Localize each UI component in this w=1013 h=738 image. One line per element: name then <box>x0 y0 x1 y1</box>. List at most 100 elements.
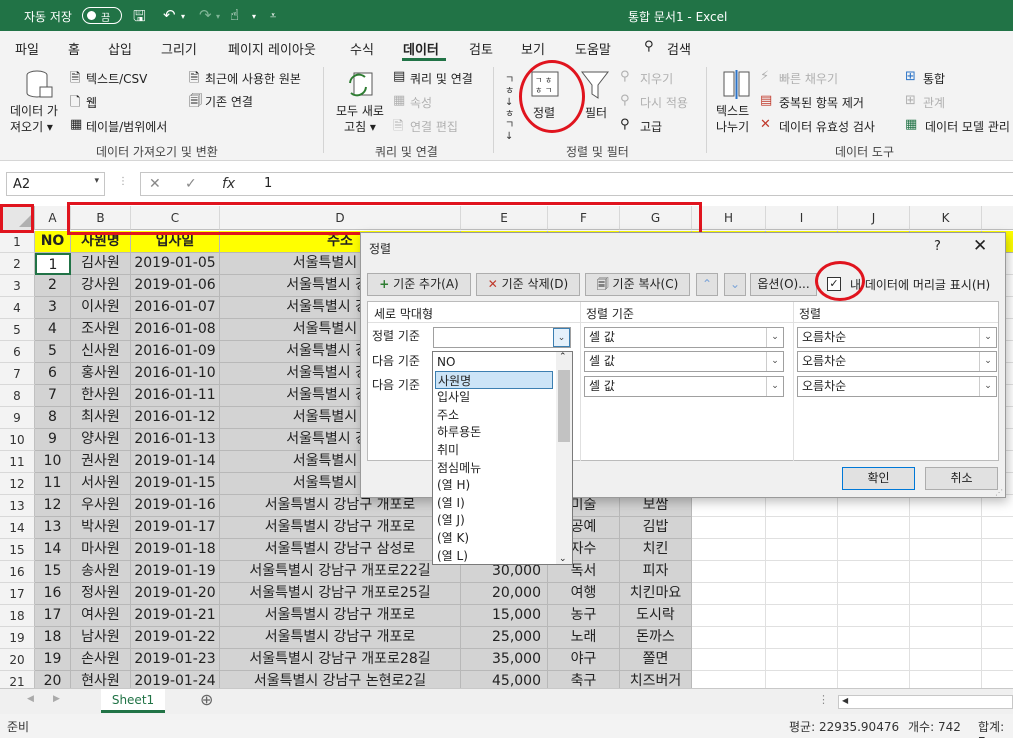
empty-cell[interactable] <box>692 561 766 583</box>
row-header[interactable]: 7 <box>0 363 35 385</box>
ok-button[interactable]: 확인 <box>842 467 915 490</box>
chevron-down-icon[interactable]: ⌄ <box>766 377 783 396</box>
dropdown-option[interactable]: 점심메뉴 <box>435 459 553 477</box>
table-cell[interactable]: 13 <box>35 517 71 539</box>
table-cell[interactable]: 10 <box>35 451 71 473</box>
table-cell[interactable]: 18 <box>35 627 71 649</box>
order-select[interactable]: 오름차순 ⌄ <box>797 376 997 397</box>
table-cell[interactable]: 4 <box>35 319 71 341</box>
clear-button[interactable]: 지우기 <box>640 70 673 87</box>
table-cell[interactable]: 2016-01-11 <box>131 385 220 407</box>
empty-cell[interactable] <box>766 539 838 561</box>
table-cell[interactable]: 송사원 <box>71 561 131 583</box>
empty-cell[interactable] <box>692 605 766 627</box>
row-header[interactable]: 13 <box>0 495 35 517</box>
row-header[interactable]: 6 <box>0 341 35 363</box>
sort-on-select[interactable]: 셀 값 ⌄ <box>584 351 784 372</box>
table-cell[interactable]: 9 <box>35 429 71 451</box>
empty-cell[interactable] <box>910 627 982 649</box>
table-cell[interactable]: 김밥 <box>620 517 692 539</box>
table-cell[interactable]: 20 <box>35 671 71 688</box>
chevron-down-icon[interactable]: ⌄ <box>553 328 570 347</box>
row-header[interactable]: 2 <box>0 253 35 275</box>
table-cell[interactable]: 2016-01-08 <box>131 319 220 341</box>
table-cell[interactable]: 치킨 <box>620 539 692 561</box>
chevron-down-icon[interactable]: ⌄ <box>979 352 996 371</box>
row-header[interactable]: 19 <box>0 627 35 649</box>
empty-cell[interactable] <box>838 517 910 539</box>
empty-cell[interactable] <box>982 671 1013 688</box>
empty-cell[interactable] <box>692 671 766 688</box>
edit-links-button[interactable]: 연결 편집 <box>410 118 458 135</box>
empty-cell[interactable] <box>838 671 910 688</box>
table-cell[interactable]: 45,000 <box>461 671 548 688</box>
empty-cell[interactable] <box>766 627 838 649</box>
tab-home[interactable]: 홈 <box>68 39 80 58</box>
order-select[interactable]: 오름차순 ⌄ <box>797 351 997 372</box>
header-checkbox-label[interactable]: 내 데이터에 머리글 표시(H) <box>850 276 990 293</box>
empty-cell[interactable] <box>982 495 1013 517</box>
table-cell[interactable]: 2019-01-22 <box>131 627 220 649</box>
header-cell[interactable]: NO <box>35 231 71 253</box>
chevron-down-icon[interactable]: ⌄ <box>979 328 996 347</box>
dropdown-option[interactable]: NO <box>435 353 553 371</box>
table-cell[interactable]: 2016-01-10 <box>131 363 220 385</box>
delete-level-button[interactable]: ✕ 기준 삭제(D) <box>476 273 580 296</box>
move-down-button[interactable]: ⌄ <box>724 273 746 296</box>
empty-cell[interactable] <box>766 649 838 671</box>
cancel-button[interactable]: 취소 <box>925 467 998 490</box>
empty-cell[interactable] <box>766 671 838 688</box>
table-cell[interactable]: 2019-01-14 <box>131 451 220 473</box>
table-cell[interactable]: 서울특별시 강남구 개포로 <box>220 517 461 539</box>
data-validation-button[interactable]: 데이터 유효성 검사 <box>779 118 875 135</box>
dropdown-option[interactable]: (열 H) <box>435 476 553 494</box>
row-header[interactable]: 8 <box>0 385 35 407</box>
table-cell[interactable]: 보쌈 <box>620 495 692 517</box>
table-cell[interactable]: 14 <box>35 539 71 561</box>
undo-icon[interactable]: ↶ <box>163 6 176 24</box>
table-cell[interactable]: 야구 <box>548 649 620 671</box>
table-cell[interactable]: 2019-01-16 <box>131 495 220 517</box>
empty-cell[interactable] <box>982 583 1013 605</box>
table-cell[interactable]: 남사원 <box>71 627 131 649</box>
sort-desc-icon[interactable]: ㅎㄱ ↓ <box>505 109 514 142</box>
empty-cell[interactable] <box>692 517 766 539</box>
table-cell[interactable]: 2019-01-20 <box>131 583 220 605</box>
remove-duplicates-button[interactable]: 중복된 항목 제거 <box>779 94 864 111</box>
options-button[interactable]: 옵션(O)... <box>750 273 817 296</box>
row-header[interactable]: 18 <box>0 605 35 627</box>
column-header-h[interactable]: H <box>692 206 766 230</box>
table-cell[interactable]: 홍사원 <box>71 363 131 385</box>
empty-cell[interactable] <box>766 517 838 539</box>
empty-cell[interactable] <box>982 517 1013 539</box>
enter-icon[interactable]: ✓ <box>185 176 197 192</box>
get-data-button[interactable]: 데이터 가 져오기 ▾ <box>10 103 58 135</box>
dropdown-option[interactable]: 입사일 <box>435 388 553 406</box>
table-cell[interactable]: 2016-01-12 <box>131 407 220 429</box>
table-cell[interactable]: 8 <box>35 407 71 429</box>
dropdown-option[interactable]: (열 J) <box>435 511 553 529</box>
table-cell[interactable]: 2 <box>35 275 71 297</box>
sort-by-column-select[interactable]: ⌄ <box>433 327 571 348</box>
table-cell[interactable]: 15,000 <box>461 605 548 627</box>
autosave-toggle[interactable]: 끔 <box>82 7 122 24</box>
dropdown-option[interactable]: (열 K) <box>435 529 553 547</box>
search-icon[interactable]: ⚲ <box>644 39 654 54</box>
row-header[interactable]: 14 <box>0 517 35 539</box>
cancel-icon[interactable]: ✕ <box>149 176 161 192</box>
table-cell[interactable]: 최사원 <box>71 407 131 429</box>
help-icon[interactable]: ? <box>934 239 941 254</box>
empty-cell[interactable] <box>838 583 910 605</box>
row-header[interactable]: 4 <box>0 297 35 319</box>
table-cell[interactable]: 강사원 <box>71 275 131 297</box>
row-header[interactable]: 3 <box>0 275 35 297</box>
empty-cell[interactable] <box>910 561 982 583</box>
row-header[interactable]: 10 <box>0 429 35 451</box>
table-cell[interactable]: 여사원 <box>71 605 131 627</box>
table-cell[interactable]: 2016-01-07 <box>131 297 220 319</box>
table-cell[interactable]: 20,000 <box>461 583 548 605</box>
row-header[interactable]: 9 <box>0 407 35 429</box>
table-range-button[interactable]: 테이블/범위에서 <box>86 118 167 135</box>
copy-level-button[interactable]: 🗐 기준 복사(C) <box>585 273 690 296</box>
table-cell[interactable]: 한사원 <box>71 385 131 407</box>
